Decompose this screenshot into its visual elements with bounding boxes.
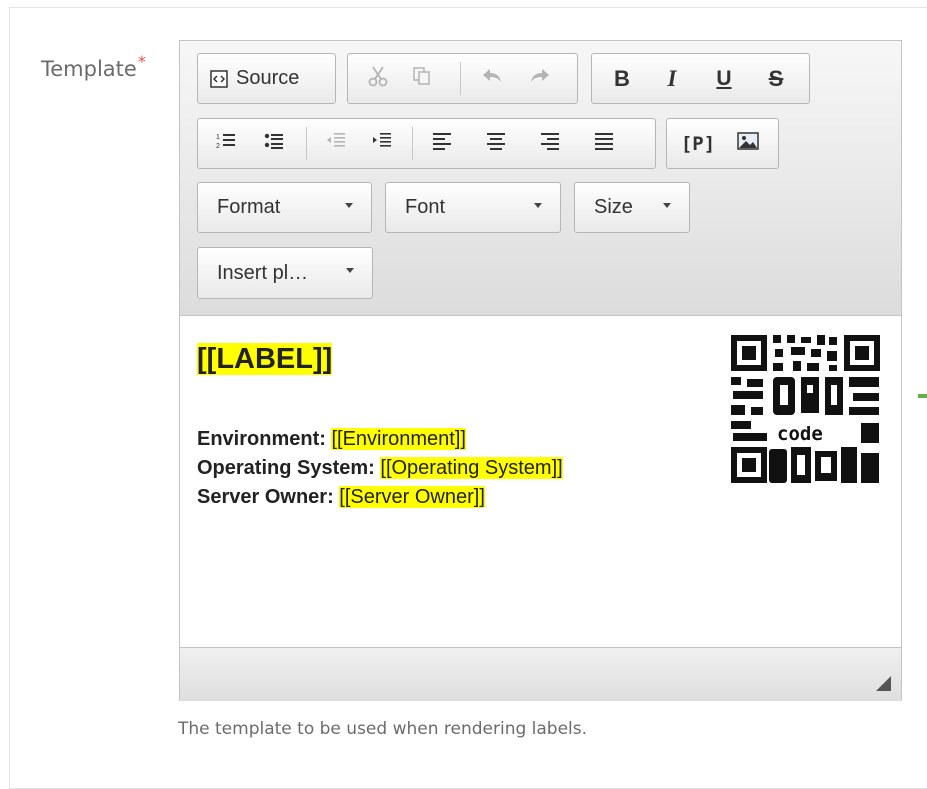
copy-icon <box>411 65 433 92</box>
image-button[interactable] <box>725 119 771 168</box>
indent-icon <box>372 132 392 155</box>
chevron-down-icon <box>345 203 353 208</box>
required-marker: * <box>137 52 146 71</box>
numbered-list-button[interactable]: 12 <box>206 119 246 168</box>
basic-styles-group: B I U S <box>591 53 810 104</box>
align-right-button[interactable] <box>530 119 570 168</box>
chevron-down-icon <box>534 203 542 208</box>
bold-icon: B <box>614 65 630 91</box>
align-right-icon <box>540 132 560 155</box>
redo-icon <box>529 67 551 90</box>
cut-icon <box>367 65 389 92</box>
numbered-list-icon: 12 <box>216 132 236 155</box>
align-center-icon <box>486 132 506 155</box>
align-left-icon <box>432 132 452 155</box>
label-placeholder-title: [[LABEL]] <box>197 343 333 376</box>
help-text: The template to be used when rendering l… <box>178 719 588 739</box>
source-button[interactable]: Source <box>197 53 336 104</box>
image-icon <box>737 132 759 155</box>
rich-text-editor: Source B I U S 1 2 [P] Format Font Size … <box>179 40 902 701</box>
server-owner-label: Server Owner: <box>197 486 334 508</box>
label-placeholder: [[LABEL]] <box>197 343 333 375</box>
strikethrough-icon: S <box>768 65 784 91</box>
underline-icon: U <box>716 66 732 90</box>
size-dropdown-label: Size <box>594 196 633 218</box>
italic-button[interactable]: I <box>650 54 694 103</box>
paragraph-group: 12 <box>197 118 656 169</box>
resize-handle-icon[interactable] <box>876 676 891 691</box>
content-line-operating-system: Operating System: [[Operating System]] <box>197 457 563 480</box>
source-label: Source <box>236 67 300 89</box>
redo-button[interactable] <box>520 54 560 103</box>
placeholder-icon: [P] <box>680 132 716 155</box>
undo-button[interactable] <box>472 54 512 103</box>
server-owner-placeholder: [[Server Owner]] <box>339 486 485 508</box>
editor-toolbar: Source B I U S 1 2 [P] Format Font Size … <box>180 41 901 316</box>
bold-button[interactable]: B <box>600 54 644 103</box>
clipboard-group <box>347 53 578 104</box>
cut-button[interactable] <box>360 54 396 103</box>
chevron-down-icon <box>663 203 671 208</box>
outdent-button[interactable] <box>316 119 356 168</box>
font-dropdown-label: Font <box>405 196 446 218</box>
source-icon <box>210 69 228 88</box>
editor-status-bar <box>180 647 901 701</box>
content-line-server-owner: Server Owner: [[Server Owner]] <box>197 486 485 509</box>
editor-content-area[interactable]: [[LABEL]] Environment: [[Environment]] O… <box>180 316 901 647</box>
environment-label: Environment: <box>197 428 326 450</box>
indent-button[interactable] <box>362 119 402 168</box>
justify-button[interactable] <box>584 119 624 168</box>
insert-group: [P] <box>666 118 779 169</box>
status-indicator <box>918 394 927 398</box>
align-left-button[interactable] <box>422 119 462 168</box>
svg-text:2: 2 <box>216 143 220 150</box>
svg-text:1: 1 <box>216 134 220 141</box>
format-dropdown-label: Format <box>217 196 281 218</box>
qr-caption: code <box>777 423 823 445</box>
undo-icon <box>481 67 503 90</box>
chevron-down-icon <box>346 268 354 273</box>
underline-button[interactable]: U <box>702 54 746 103</box>
italic-icon: I <box>667 65 677 91</box>
format-dropdown[interactable]: Format <box>197 182 372 233</box>
size-dropdown[interactable]: Size <box>574 182 690 233</box>
environment-placeholder: [[Environment]] <box>331 428 466 450</box>
align-center-button[interactable] <box>476 119 516 168</box>
operating-system-placeholder: [[Operating System]] <box>380 457 563 479</box>
qr-code-image: code <box>729 333 882 485</box>
content-line-environment: Environment: [[Environment]] <box>197 428 466 451</box>
field-label-text: Template <box>41 57 137 81</box>
copy-button[interactable] <box>404 54 440 103</box>
insert-placeholder-dropdown[interactable]: Insert pl… <box>197 247 373 299</box>
placeholder-button[interactable]: [P] <box>675 119 721 168</box>
font-dropdown[interactable]: Font <box>385 182 561 233</box>
bulleted-list-icon <box>264 132 284 155</box>
strikethrough-button[interactable]: S <box>754 54 798 103</box>
insert-placeholder-label: Insert pl… <box>217 261 309 284</box>
bulleted-list-button[interactable] <box>254 119 294 168</box>
justify-icon <box>594 132 614 155</box>
operating-system-label: Operating System: <box>197 457 375 479</box>
template-field-label: Template* <box>41 52 146 81</box>
outdent-icon <box>326 132 346 155</box>
